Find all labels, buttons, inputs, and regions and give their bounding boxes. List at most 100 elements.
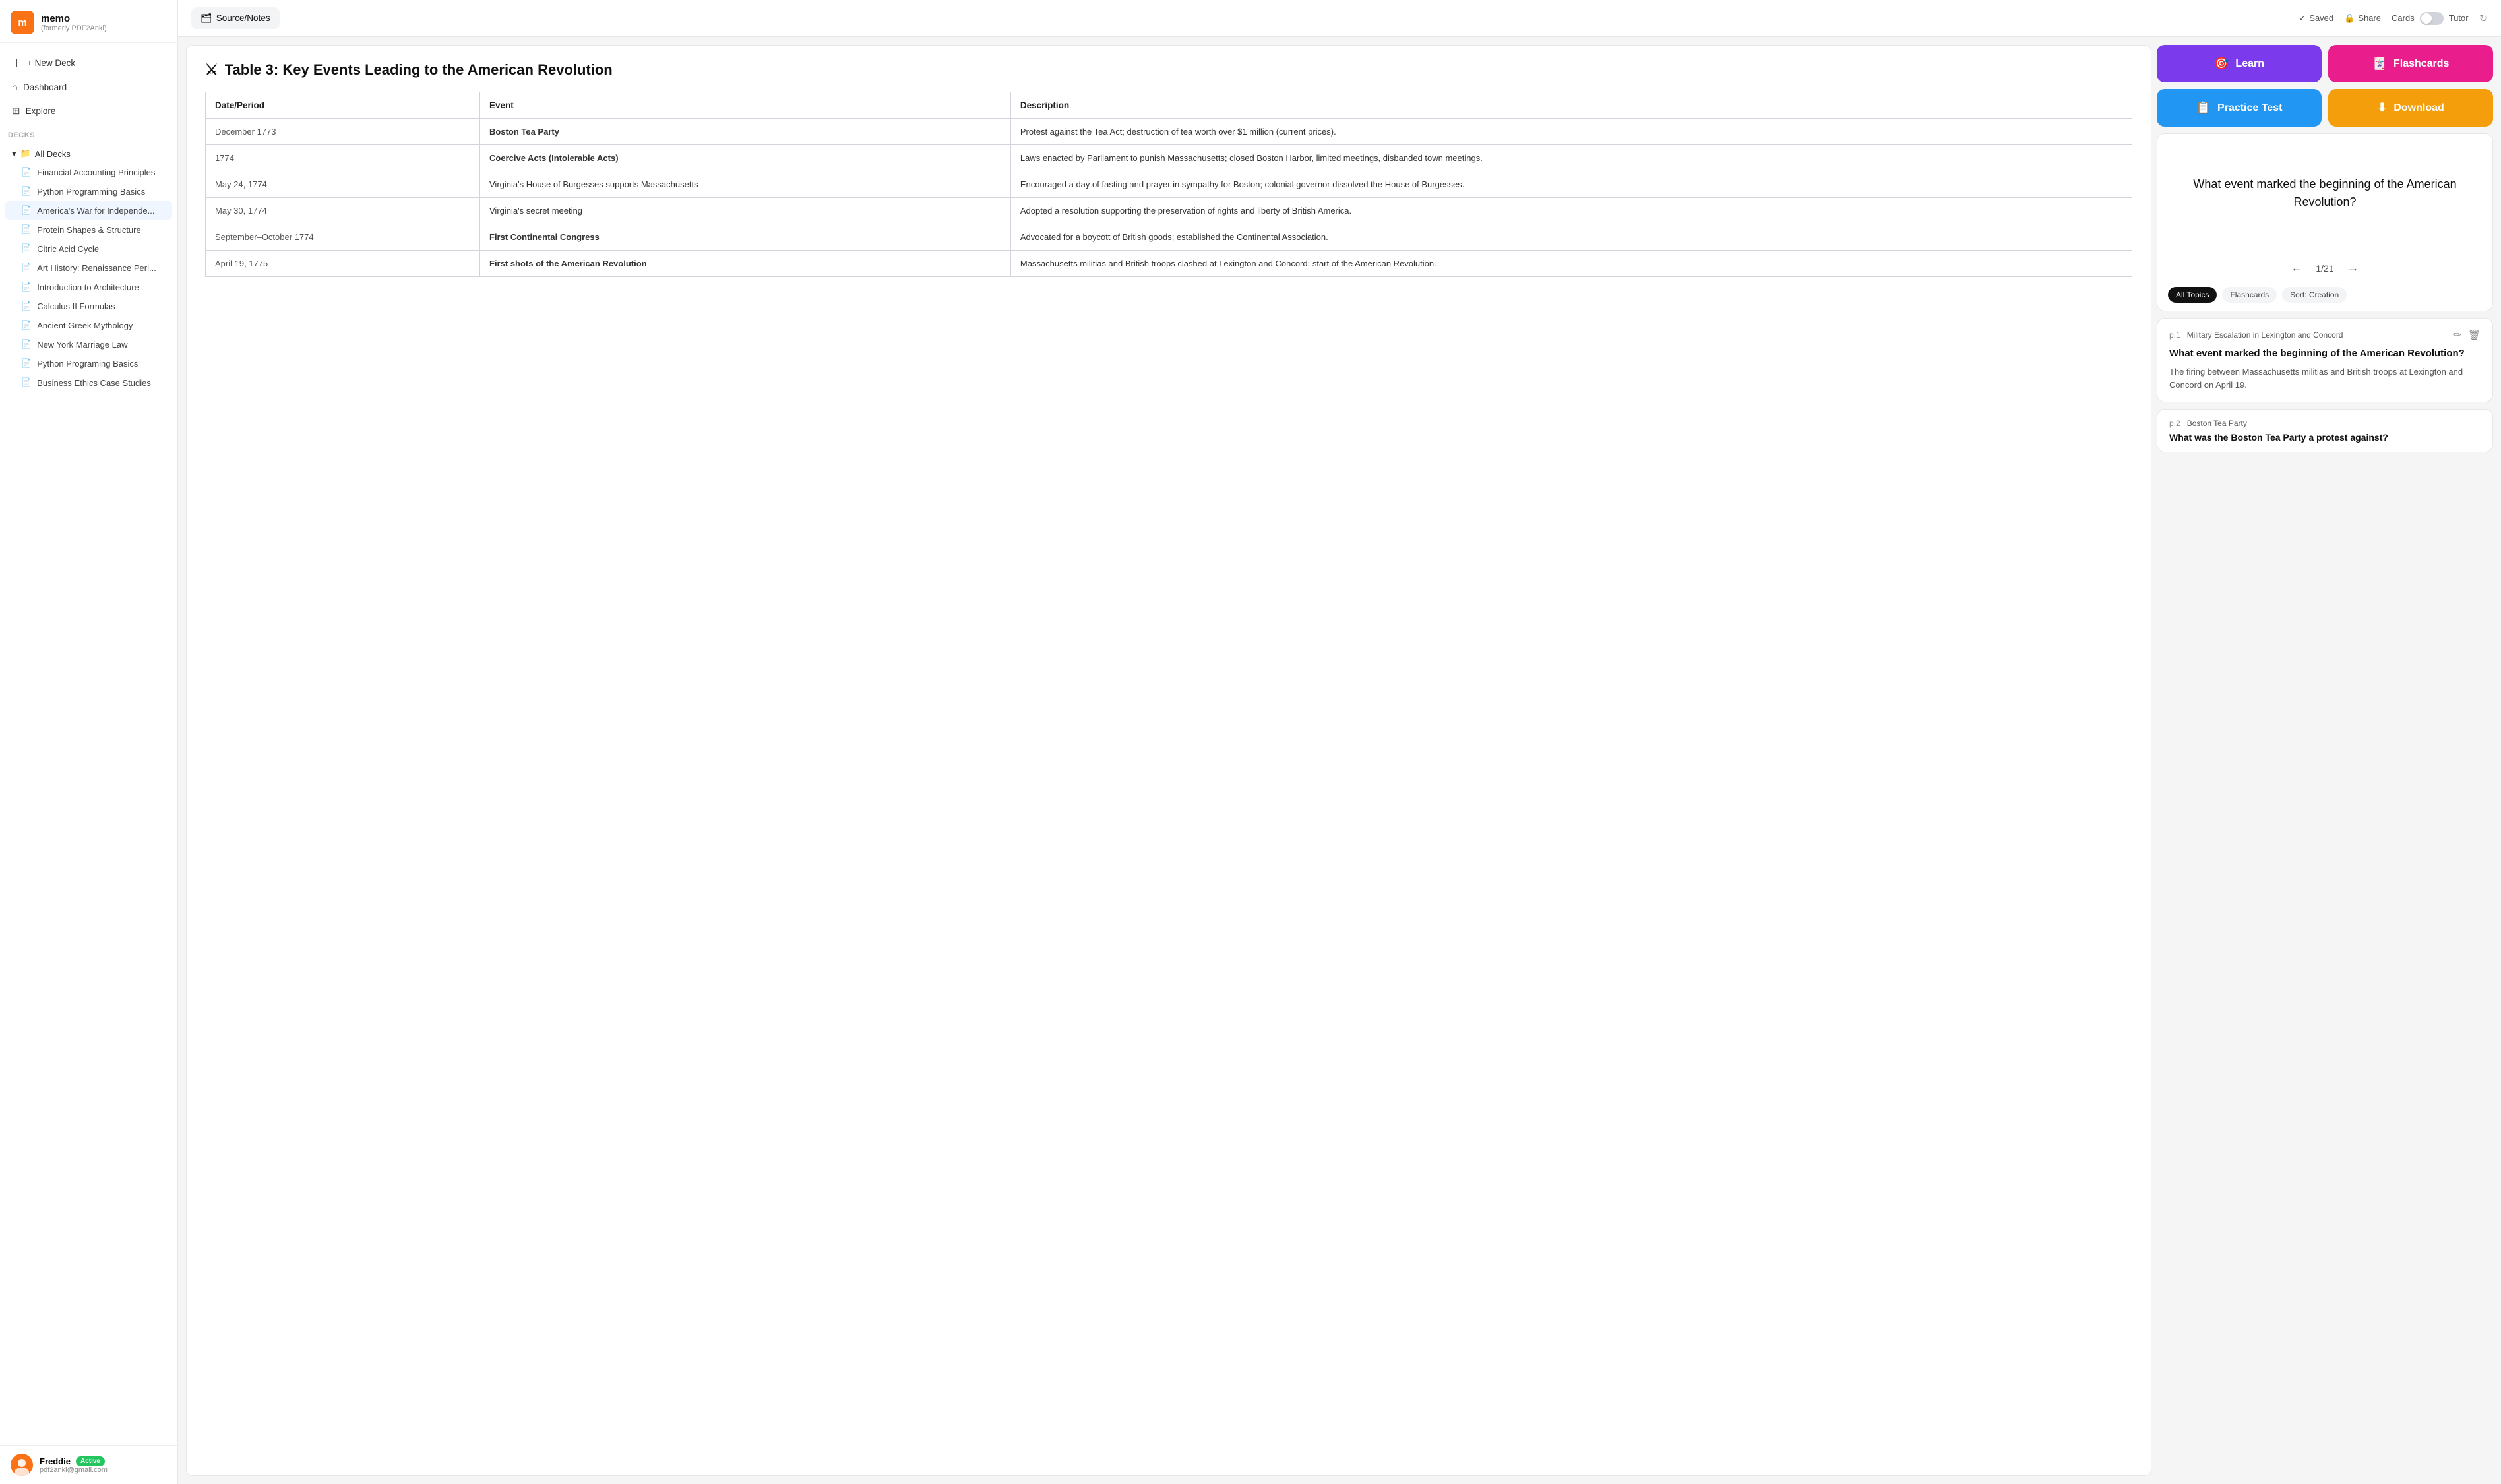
table-row: 1774 Coercive Acts (Intolerable Acts) La… [206, 145, 2132, 171]
deck-item[interactable]: 📄 Business Ethics Case Studies [5, 373, 172, 392]
card-list-item-1: p.1 Military Escalation in Lexington and… [2157, 318, 2493, 402]
footer-user-info: Freddie Active pdf2anki@gmail.com [40, 1456, 108, 1474]
cell-description: Laws enacted by Parliament to punish Mas… [1010, 145, 2132, 171]
deck-item-active[interactable]: 📄 America's War for Independe... [5, 201, 172, 220]
filter-flashcards[interactable]: Flashcards [2222, 287, 2277, 303]
sidebar-item-dashboard[interactable]: ⌂ Dashboard [5, 77, 172, 98]
deck-item[interactable]: 📄 New York Marriage Law [5, 335, 172, 354]
flashcard-preview: What event marked the beginning of the A… [2157, 133, 2493, 311]
download-label: Download [2393, 102, 2444, 114]
content-area: ⚔ Table 3: Key Events Leading to the Ame… [178, 37, 2501, 1484]
table-row: December 1773 Boston Tea Party Protest a… [206, 119, 2132, 145]
cards-toggle: Cards Tutor [2392, 12, 2469, 25]
cell-description: Adopted a resolution supporting the pres… [1010, 198, 2132, 224]
cell-date: December 1773 [206, 119, 480, 145]
logo-area: m memo (formerly PDF2Anki) [0, 0, 177, 43]
filter-sort[interactable]: Sort: Creation [2282, 287, 2347, 303]
file-icon: 📄 [21, 377, 32, 388]
flashcard-navigation: ← 1/21 → [2157, 253, 2492, 283]
table-title: ⚔ Table 3: Key Events Leading to the Ame… [205, 61, 2132, 78]
card-counter: 1/21 [2316, 263, 2333, 274]
file-icon: 📄 [21, 339, 32, 350]
table-row: April 19, 1775 First shots of the Americ… [206, 251, 2132, 277]
card-topic-2: Boston Tea Party [2187, 419, 2247, 428]
deck-item[interactable]: 📄 Introduction to Architecture [5, 278, 172, 296]
main-area: 🗂 Source/Notes ✓ Saved 🔒 Share Cards Tut… [178, 0, 2501, 1484]
sidebar-item-new-deck[interactable]: ＋ + New Deck [5, 51, 172, 75]
notes-panel: ⚔ Table 3: Key Events Leading to the Ame… [186, 45, 2151, 1476]
app-subtitle: (formerly PDF2Anki) [41, 24, 107, 32]
file-icon: 📄 [21, 282, 32, 292]
app-name: memo [41, 13, 107, 24]
practice-label: Practice Test [2217, 102, 2282, 114]
user-name: Freddie [40, 1456, 71, 1466]
sidebar: m memo (formerly PDF2Anki) ＋ + New Deck … [0, 0, 178, 1484]
avatar [11, 1454, 33, 1476]
app-logo-icon: m [11, 11, 34, 34]
deck-item[interactable]: 📄 Financial Accounting Principles [5, 163, 172, 181]
download-button[interactable]: ⬇ Download [2328, 89, 2493, 127]
toggle-switch[interactable] [2420, 12, 2444, 25]
deck-item[interactable]: 📄 Python Programing Basics [5, 354, 172, 373]
deck-item[interactable]: 📄 Python Programming Basics [5, 182, 172, 201]
table-row: May 30, 1774 Virginia's secret meeting A… [206, 198, 2132, 224]
header: 🗂 Source/Notes ✓ Saved 🔒 Share Cards Tut… [178, 0, 2501, 37]
edit-card-button[interactable]: ✏ [2453, 329, 2461, 341]
tab-source-label: Source/Notes [216, 13, 270, 23]
decks-list: ▾ 📁 All Decks 📄 Financial Accounting Pri… [0, 142, 177, 395]
delete-card-button[interactable]: 🗑 [2468, 329, 2481, 341]
flashcards-button[interactable]: 🃏 Flashcards [2328, 45, 2493, 82]
card-question: What event marked the beginning of the A… [2169, 346, 2481, 360]
right-panel: 🎯 Learn 🃏 Flashcards 📋 Practice Test ⬇ D… [2151, 37, 2501, 1484]
cell-event: Virginia's House of Burgesses supports M… [480, 171, 1011, 198]
deck-item[interactable]: 📄 Calculus II Formulas [5, 297, 172, 315]
active-badge: Active [76, 1456, 105, 1466]
sidebar-navigation: ＋ + New Deck ⌂ Dashboard ⊞ Explore [0, 43, 177, 126]
cell-date: April 19, 1775 [206, 251, 480, 277]
learn-icon: 🎯 [2214, 57, 2229, 71]
folder-icon: 📁 [20, 148, 31, 159]
tutor-label: Tutor [2449, 13, 2469, 23]
cell-date: 1774 [206, 145, 480, 171]
check-icon: ✓ [2299, 13, 2306, 24]
toggle-knob [2421, 13, 2432, 24]
card-actions: ✏ 🗑 [2453, 329, 2481, 341]
col-header-event: Event [480, 92, 1011, 119]
learn-button[interactable]: 🎯 Learn [2157, 45, 2322, 82]
logo-letter: m [18, 17, 26, 28]
deck-item[interactable]: 📄 Protein Shapes & Structure [5, 220, 172, 239]
all-decks-label: All Decks [35, 149, 71, 159]
card-list-item-2: p.2 Boston Tea Party What was the Boston… [2157, 409, 2493, 452]
deck-name: Python Programming Basics [37, 187, 145, 197]
cell-description: Protest against the Tea Act; destruction… [1010, 119, 2132, 145]
file-icon: 📄 [21, 320, 32, 330]
decks-section-label: Decks [0, 126, 177, 142]
cell-date: September–October 1774 [206, 224, 480, 251]
table-row: May 24, 1774 Virginia's House of Burgess… [206, 171, 2132, 198]
file-icon: 📄 [21, 167, 32, 177]
card-topic: Military Escalation in Lexington and Con… [2187, 330, 2343, 340]
cell-event: Virginia's secret meeting [480, 198, 1011, 224]
saved-indicator: ✓ Saved [2299, 13, 2333, 24]
flashcard-filters: All Topics Flashcards Sort: Creation [2157, 283, 2492, 311]
prev-card-button[interactable]: ← [2291, 261, 2302, 275]
deck-name: New York Marriage Law [37, 340, 127, 350]
card-question-2: What was the Boston Tea Party a protest … [2169, 432, 2481, 443]
deck-item[interactable]: 📄 Citric Acid Cycle [5, 239, 172, 258]
deck-name: Business Ethics Case Studies [37, 378, 151, 388]
tab-source-notes[interactable]: 🗂 Source/Notes [191, 7, 280, 29]
logo-text: memo (formerly PDF2Anki) [41, 13, 107, 32]
share-button[interactable]: 🔒 Share [2344, 13, 2381, 24]
card-meta: p.1 Military Escalation in Lexington and… [2169, 329, 2481, 341]
flashcard-content: What event marked the beginning of the A… [2157, 134, 2492, 253]
deck-name: Protein Shapes & Structure [37, 225, 141, 235]
filter-all-topics[interactable]: All Topics [2168, 287, 2217, 303]
next-card-button[interactable]: → [2347, 261, 2359, 275]
deck-item[interactable]: 📄 Art History: Renaissance Peri... [5, 259, 172, 277]
sidebar-item-explore[interactable]: ⊞ Explore [5, 100, 172, 122]
explore-label: Explore [26, 106, 56, 116]
deck-item[interactable]: 📄 Ancient Greek Mythology [5, 316, 172, 334]
refresh-button[interactable]: ↻ [2479, 12, 2488, 25]
all-decks-group[interactable]: ▾ 📁 All Decks [5, 144, 172, 163]
practice-test-button[interactable]: 📋 Practice Test [2157, 89, 2322, 127]
